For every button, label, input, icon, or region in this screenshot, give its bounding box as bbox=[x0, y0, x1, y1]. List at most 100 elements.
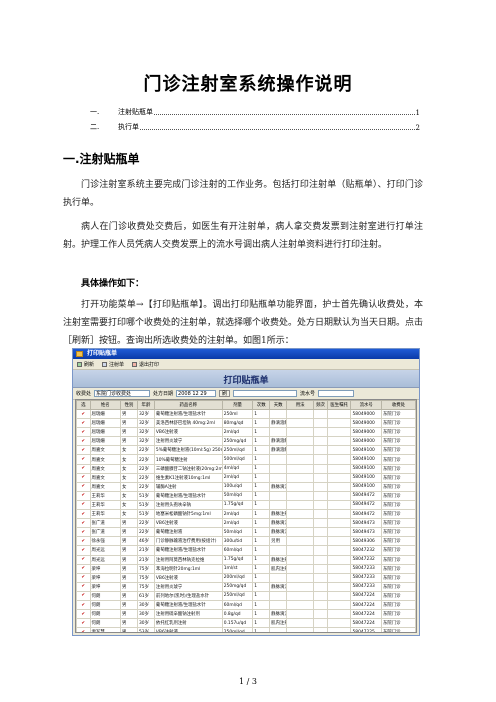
row-checkbox[interactable]: ✔ bbox=[76, 408, 91, 420]
row-checkbox[interactable]: ✔ bbox=[76, 554, 91, 565]
table-row[interactable]: ✔何朗男30岁依托红乳剂注射0.157u/qd1肌内注射 58047224东院门诊 bbox=[76, 618, 416, 629]
column-header[interactable]: 性别 bbox=[120, 400, 138, 410]
toc-label: 执行单 bbox=[118, 123, 139, 131]
column-header[interactable]: 年龄 bbox=[136, 400, 155, 410]
filter-empty-box[interactable] bbox=[233, 390, 298, 397]
table-cell: 东院门诊 bbox=[380, 554, 416, 565]
column-header[interactable]: 药品名称 bbox=[153, 400, 223, 410]
table-row[interactable]: ✔屈瑞姗男32岁注射用炎琥宁250mg/qd1静滴溶解 58049000东院门诊 bbox=[76, 436, 416, 447]
table-row[interactable]: ✔ 王莉华女 51岁 葡萄糖注射液/生理盐水针 50ml/qd 1 58049472 东院门诊 bbox=[76, 490, 416, 501]
row-checkbox[interactable]: ✔ bbox=[76, 499, 91, 511]
table-row[interactable]: ✔ 何朗男 30岁 葡萄糖注射液/生理盐水针 60ml/qd 1 58047224 东院门诊 bbox=[76, 599, 416, 611]
table-row[interactable]: ✔周光远男21岁注射用阿莫西林钠克拉维1.75g/qd1静脉注射 58047232… bbox=[76, 554, 416, 565]
table-row[interactable]: ✔ 周嘉文女 22岁 5%葡萄糖注射液(10ml:5g) 250ml 250ml/qd 1… bbox=[76, 445, 416, 456]
column-header[interactable]: 流水号 bbox=[350, 400, 382, 410]
column-header[interactable]: 姓名 bbox=[89, 400, 122, 410]
table-row[interactable]: ✔ 屈瑞姗男 32岁 葡萄糖注射液/生理盐水针 250ml 1 58049000 东院门诊 bbox=[76, 408, 416, 420]
column-header[interactable]: 剂量 bbox=[221, 400, 254, 410]
row-checkbox[interactable]: ✔ bbox=[76, 609, 91, 620]
table-row[interactable]: ✔屈瑞姗男32岁美洛西林舒巴坦钠 40mg:2ml80mg/qd1静滴溶解 580… bbox=[76, 418, 416, 429]
table-row[interactable]: ✔ 屈瑞姗男 32岁 VB6注射液 2ml/qd 1 58049000 东院门诊 bbox=[76, 427, 416, 438]
table-row[interactable]: ✔何朗男30岁注射用硫辛酸钠注射剂0.8g/qd1静脉滴注 58047224东院门… bbox=[76, 609, 416, 620]
column-header[interactable]: 次数 bbox=[252, 400, 271, 410]
table-row[interactable]: ✔张广道男22岁VB6注射液2ml/qd1静脉滴注 58049473东院门诊 bbox=[76, 518, 416, 529]
row-checkbox[interactable]: ✔ bbox=[76, 436, 91, 447]
table-cell: 32岁 bbox=[136, 427, 155, 438]
table-cell: 男 bbox=[120, 618, 138, 629]
row-checkbox[interactable]: ✔ bbox=[76, 463, 91, 474]
row-checkbox[interactable]: ✔ bbox=[76, 427, 91, 438]
row-checkbox[interactable]: ✔ bbox=[76, 490, 91, 501]
search-button[interactable]: 刷 bbox=[219, 390, 231, 397]
serial-field[interactable] bbox=[318, 390, 355, 397]
exit-print-button[interactable]: 退出打印 bbox=[132, 361, 159, 368]
row-checkbox[interactable]: ✔ bbox=[76, 454, 91, 465]
row-checkbox[interactable]: ✔ bbox=[76, 618, 91, 629]
toolbar: 刷新 注射单 退出打印 bbox=[73, 359, 419, 370]
row-checkbox[interactable]: ✔ bbox=[76, 590, 91, 601]
table-cell: 静脉滴注 bbox=[269, 581, 288, 592]
row-checkbox[interactable]: ✔ bbox=[76, 418, 91, 429]
row-checkbox[interactable]: ✔ bbox=[76, 472, 91, 483]
table-row[interactable]: ✔王莉华女51岁地塞米松磷酸钠针5mg:1ml2ml/qd1静脉注射 580494… bbox=[76, 509, 416, 520]
table-row[interactable]: ✔周嘉文女22岁辅酶A注射100u/qd1静脉滴注 58049100东院门诊 bbox=[76, 481, 416, 492]
table-row[interactable]: ✔梁坤男75岁注射用炎琥宁250mg/qd1静脉滴注 58047233东院门诊 bbox=[76, 581, 416, 592]
column-header[interactable]: 医生嘱托 bbox=[326, 400, 352, 410]
table-cell: 500ml/qd bbox=[221, 454, 254, 465]
table-cell bbox=[313, 472, 328, 483]
table-cell bbox=[269, 490, 288, 501]
column-header[interactable]: 频次 bbox=[313, 400, 328, 410]
row-checkbox[interactable]: ✔ bbox=[76, 481, 91, 492]
column-header[interactable]: 收费处 bbox=[380, 400, 416, 410]
row-checkbox[interactable]: ✔ bbox=[76, 536, 91, 547]
table-cell: 1 bbox=[252, 554, 271, 565]
table-cell: 60ml/qd bbox=[221, 599, 254, 611]
row-checkbox[interactable]: ✔ bbox=[76, 527, 91, 538]
table-cell: 何朗 bbox=[89, 609, 122, 620]
table-row[interactable]: ✔ 周嘉文女 22岁 10%葡萄糖注射 500ml/qd 1 58049100 东院门诊 bbox=[76, 454, 416, 465]
table-row[interactable]: ✔ 周嘉文女 22岁 三磷酸腺苷二钠注射液(20mg:2ml) 4ml/qd 1 58049… bbox=[76, 463, 416, 474]
row-checkbox[interactable]: ✔ bbox=[76, 445, 91, 456]
table-row[interactable]: ✔ 周嘉文女 22岁 维生素K1注射液10mg:1ml 2ml/qd 1 58049100 东… bbox=[76, 472, 416, 483]
table-cell: 葡萄糖注射液/生理盐水针 bbox=[153, 408, 223, 420]
table-row[interactable]: ✔ 梁坤男 75岁 VB6注射液 200ml/qd 1 58047233 东院门诊 bbox=[76, 572, 416, 583]
row-checkbox[interactable]: ✔ bbox=[76, 581, 91, 592]
table-row[interactable]: ✔ 尹军慧男 53岁 VB6注射液 250ml/qd 1 58047225 东院门诊 bbox=[76, 627, 416, 632]
row-checkbox[interactable]: ✔ bbox=[76, 545, 91, 556]
office-select[interactable]: 东院门诊收费处 bbox=[94, 390, 151, 397]
table-cell: 58049100 bbox=[350, 481, 382, 492]
date-field[interactable]: 2008 12 29 bbox=[176, 390, 217, 397]
row-checkbox[interactable]: ✔ bbox=[76, 572, 91, 583]
table-cell: 静脉滴注 bbox=[269, 518, 288, 529]
table-cell: 张广道 bbox=[89, 518, 122, 529]
refresh-button[interactable]: 刷新 bbox=[77, 361, 94, 368]
table-cell: 王莉华 bbox=[89, 509, 122, 520]
table-row[interactable]: ✔张广道男22岁葡萄糖注射液50ml/qd1静脉滴注 58049473东院门诊 bbox=[76, 527, 416, 538]
row-checkbox[interactable]: ✔ bbox=[76, 509, 91, 520]
row-checkbox[interactable]: ✔ bbox=[76, 563, 91, 574]
toc-entry[interactable]: 二. 执行单 2 bbox=[90, 117, 420, 132]
table-row[interactable]: ✔ 王莉华女 51岁 注射用头孢呋辛钠 1.75g/qd 1 58049472 东院门诊 bbox=[76, 499, 416, 511]
table-cell bbox=[313, 418, 328, 429]
table-row[interactable]: ✔梁坤男75岁苯海拉明针20mg:1ml1ml/st1肌内注射 58047233东… bbox=[76, 563, 416, 574]
table-cell bbox=[313, 463, 328, 474]
row-checkbox[interactable]: ✔ bbox=[76, 518, 91, 529]
table-cell: 静脉注射 bbox=[269, 554, 288, 565]
table-cell: 1 bbox=[252, 599, 271, 611]
table-cell bbox=[313, 609, 328, 620]
column-header[interactable]: 用法 bbox=[286, 400, 315, 410]
column-header[interactable]: 选 bbox=[76, 400, 91, 410]
table-cell: 东院门诊 bbox=[380, 618, 416, 629]
table-cell: 58049100 bbox=[350, 454, 382, 465]
row-checkbox[interactable]: ✔ bbox=[76, 599, 91, 611]
table-row[interactable]: ✔ 周光远男 21岁 葡萄糖注射液/生理盐水针 60ml/qd 1 58047232 东院门诊 bbox=[76, 545, 416, 556]
table-cell: 51岁 bbox=[136, 499, 155, 511]
column-header[interactable]: 天数 bbox=[269, 400, 288, 410]
toc-entry[interactable]: 一. 注射贴瓶单 1 bbox=[90, 102, 420, 117]
table-row[interactable]: ✔ 何朗男 61岁 前列地尔(凯时)/生理盐水针 250ml/qd 1 58047224 东院… bbox=[76, 590, 416, 601]
table-row[interactable]: ✔ 徐永强男 46岁 门诊静脉输液治疗费用(按组计) 300u/tid 1 另用 580493… bbox=[76, 536, 416, 547]
row-checkbox[interactable]: ✔ bbox=[76, 627, 91, 632]
print-injection-button[interactable]: 注射单 bbox=[102, 361, 124, 368]
table-cell: 周嘉文 bbox=[89, 472, 122, 483]
table-cell: 300u/tid bbox=[221, 536, 254, 547]
